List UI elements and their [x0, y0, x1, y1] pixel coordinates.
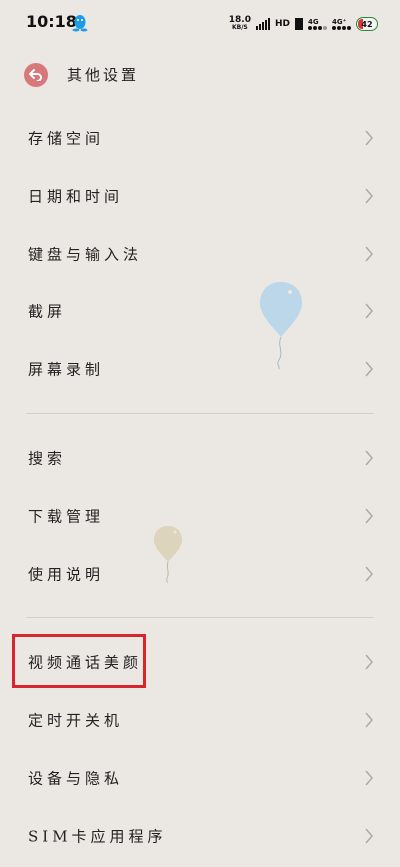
network-speed: 18.0 KB/S [228, 15, 251, 32]
balloon-decoration-cream [154, 526, 182, 584]
settings-item-storage[interactable]: 存储空间 [0, 109, 400, 167]
page-title: 其他设置 [67, 66, 140, 84]
section-divider [26, 413, 374, 414]
settings-item-date-time[interactable]: 日期和时间 [0, 167, 400, 225]
status-bar: 10:18 18.0 KB/S HD 4G 4G⁺ 42 [0, 0, 400, 46]
chevron-right-icon [365, 188, 373, 204]
back-button[interactable] [24, 63, 48, 87]
chevron-right-icon [365, 361, 373, 377]
settings-item-label: 设备与隐私 [28, 769, 124, 788]
clock: 10:18 [26, 12, 77, 31]
settings-item-user-guide[interactable]: 使用说明 [0, 545, 400, 603]
settings-item-screenshot[interactable]: 截屏 [0, 282, 400, 340]
settings-item-label: 存储空间 [28, 129, 105, 148]
back-arrow-icon [29, 69, 42, 81]
settings-item-label: 日期和时间 [28, 187, 124, 206]
settings-item-sim-apps[interactable]: SIM卡应用程序 [0, 807, 400, 865]
settings-item-label: 使用说明 [28, 565, 105, 584]
hd-badge: HD [274, 19, 290, 29]
chevron-right-icon [365, 654, 373, 670]
chevron-right-icon [365, 770, 373, 786]
settings-item-keyboard[interactable]: 键盘与输入法 [0, 225, 400, 283]
settings-item-download-manager[interactable]: 下载管理 [0, 487, 400, 545]
wifi-icon [295, 18, 303, 30]
settings-item-label: 定时开关机 [28, 711, 124, 730]
settings-item-label: 屏幕录制 [28, 360, 105, 379]
settings-screen: 10:18 18.0 KB/S HD 4G 4G⁺ 42 其他设置 存储空间 日… [0, 0, 400, 867]
chevron-right-icon [365, 712, 373, 728]
settings-item-search[interactable]: 搜索 [0, 429, 400, 487]
settings-item-label: 截屏 [28, 302, 67, 321]
settings-item-screen-recording[interactable]: 屏幕录制 [0, 340, 400, 398]
settings-item-label: 下载管理 [28, 507, 105, 526]
settings-item-label: 键盘与输入法 [28, 245, 143, 264]
chevron-right-icon [365, 828, 373, 844]
page-header: 其他设置 [0, 56, 400, 94]
chevron-right-icon [365, 130, 373, 146]
chevron-right-icon [365, 450, 373, 466]
sim2-signal: 4G⁺ [332, 18, 351, 30]
chevron-right-icon [365, 303, 373, 319]
chevron-right-icon [365, 508, 373, 524]
settings-item-label: 搜索 [28, 449, 67, 468]
balloon-decoration-blue [260, 282, 302, 370]
signal-bars-icon [255, 18, 270, 30]
settings-item-scheduled-power[interactable]: 定时开关机 [0, 691, 400, 749]
section-divider [26, 617, 374, 618]
settings-item-device-privacy[interactable]: 设备与隐私 [0, 749, 400, 807]
battery-icon: 42 [356, 17, 378, 31]
chevron-right-icon [365, 246, 373, 262]
chevron-right-icon [365, 566, 373, 582]
sim1-signal: 4G [308, 18, 327, 30]
qq-notification-icon [72, 15, 88, 32]
status-indicators: 18.0 KB/S HD 4G 4G⁺ 42 [229, 14, 378, 34]
settings-item-label: SIM卡应用程序 [28, 827, 167, 846]
highlight-annotation [12, 634, 146, 688]
